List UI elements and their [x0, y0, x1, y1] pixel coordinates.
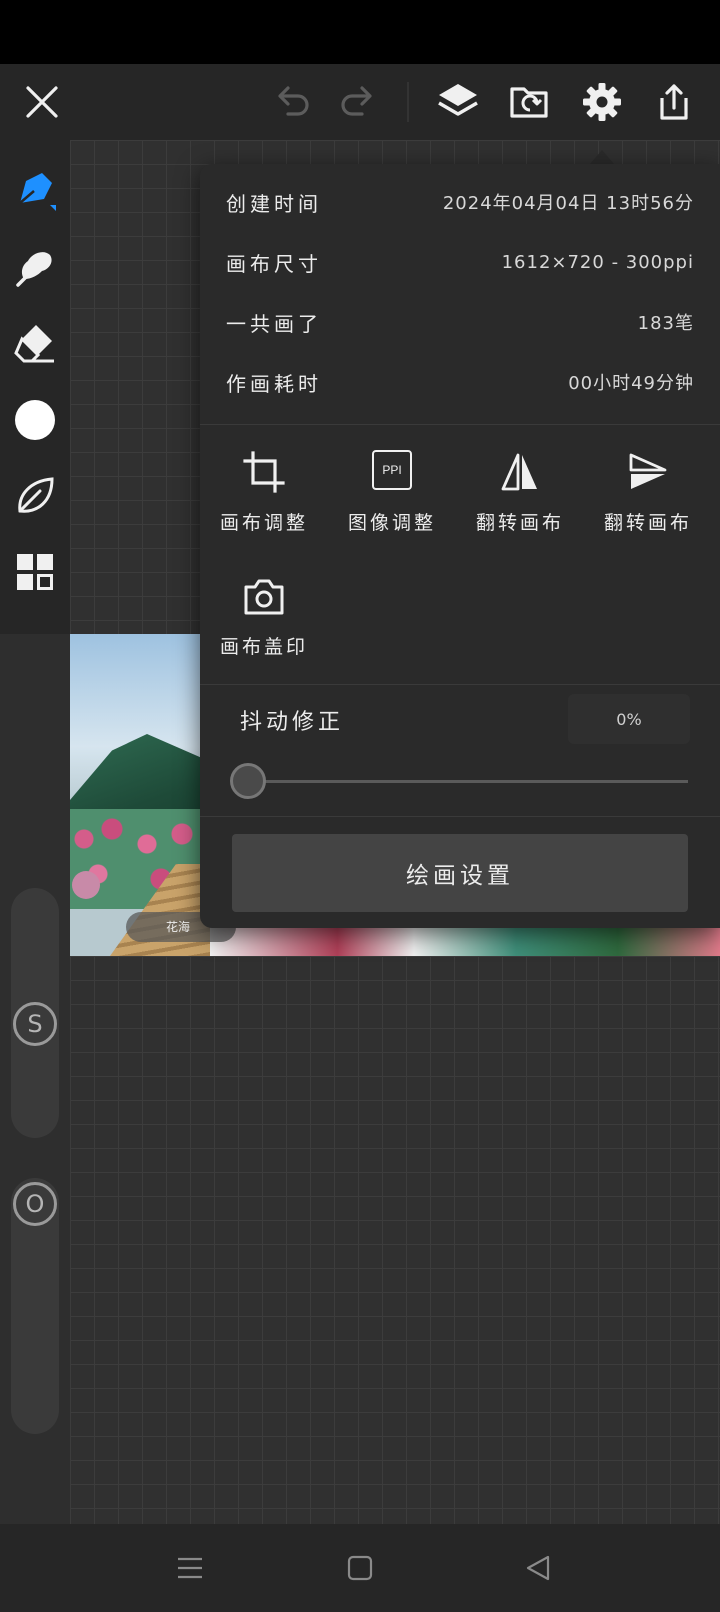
- divider: [200, 816, 720, 817]
- draw-settings-button[interactable]: 绘画设置: [232, 834, 688, 912]
- jitter-value-field[interactable]: 0%: [568, 694, 690, 744]
- jitter-slider-track[interactable]: [248, 780, 688, 783]
- camera-icon: [242, 574, 286, 618]
- info-value: 00小时49分钟: [568, 373, 694, 394]
- import-icon[interactable]: [506, 78, 554, 126]
- info-row-created: 创建时间 2024年04月04日 13时56分: [226, 182, 694, 222]
- flip-vertical-button[interactable]: 翻转画布: [586, 450, 710, 550]
- divider: [200, 424, 720, 425]
- crop-icon: [242, 450, 286, 494]
- share-icon[interactable]: [650, 78, 698, 126]
- info-row-strokes: 一共画了 183笔: [226, 302, 694, 342]
- menu-icon[interactable]: [168, 1546, 212, 1590]
- system-nav-bar: [0, 1524, 720, 1612]
- left-tool-rail: [0, 140, 70, 634]
- info-row-time: 作画耗时 00小时49分钟: [226, 362, 694, 402]
- opacity-slider-knob[interactable]: O: [13, 1182, 57, 1226]
- home-icon[interactable]: [338, 1546, 382, 1590]
- popup-arrow: [590, 150, 614, 164]
- info-value: 1612×720 - 300ppi: [501, 251, 694, 273]
- undo-icon[interactable]: [268, 78, 316, 126]
- back-icon[interactable]: [516, 1546, 560, 1590]
- jitter-slider-thumb[interactable]: [230, 763, 266, 799]
- top-toolbar: [0, 64, 720, 140]
- close-icon[interactable]: [18, 78, 66, 126]
- leaf-icon[interactable]: [11, 472, 59, 520]
- size-slider-knob[interactable]: S: [13, 1002, 57, 1046]
- info-label: 作画耗时: [226, 371, 322, 396]
- scene-strip: [210, 924, 720, 956]
- action-label: 翻转画布: [603, 512, 692, 534]
- scene-chip-text: 花海: [166, 920, 191, 934]
- smudge-icon[interactable]: [11, 242, 59, 290]
- toolbar-divider: [407, 82, 409, 122]
- info-label: 画布尺寸: [226, 251, 322, 276]
- canvas-adjust-button[interactable]: 画布调整: [202, 450, 326, 550]
- scene-badge: [72, 871, 100, 899]
- info-label: 创建时间: [226, 191, 322, 216]
- flip-horizontal-icon: [498, 450, 542, 494]
- action-label: 图像调整: [347, 512, 436, 534]
- action-label: 画布调整: [219, 512, 308, 534]
- ppi-icon: PPI: [372, 450, 412, 490]
- action-label: 翻转画布: [475, 512, 564, 534]
- color-picker[interactable]: [11, 396, 59, 444]
- grid-icon[interactable]: [11, 548, 59, 596]
- info-row-size: 画布尺寸 1612×720 - 300ppi: [226, 242, 694, 282]
- canvas-info-popup: 创建时间 2024年04月04日 13时56分 画布尺寸 1612×720 - …: [200, 164, 720, 928]
- jitter-label: 抖动修正: [240, 710, 345, 735]
- pen-icon[interactable]: [11, 166, 59, 214]
- layers-icon[interactable]: [434, 78, 482, 126]
- ppi-icon-text: PPI: [382, 463, 402, 477]
- status-bar: [0, 0, 720, 64]
- action-label: 画布盖印: [219, 636, 308, 658]
- flip-vertical-icon: [626, 450, 670, 494]
- eraser-icon[interactable]: [11, 318, 59, 366]
- info-value: 183笔: [637, 313, 694, 334]
- flip-horizontal-button[interactable]: 翻转画布: [458, 450, 582, 550]
- redo-icon[interactable]: [334, 78, 382, 126]
- left-slider-area: S O: [0, 634, 70, 1524]
- info-label: 一共画了: [226, 311, 322, 336]
- info-value: 2024年04月04日 13时56分: [442, 193, 694, 214]
- settings-icon[interactable]: [578, 78, 626, 126]
- current-color-swatch: [15, 400, 55, 440]
- divider: [200, 684, 720, 685]
- image-adjust-button[interactable]: PPI 图像调整: [330, 450, 454, 550]
- canvas-stamp-button[interactable]: 画布盖印: [202, 574, 326, 674]
